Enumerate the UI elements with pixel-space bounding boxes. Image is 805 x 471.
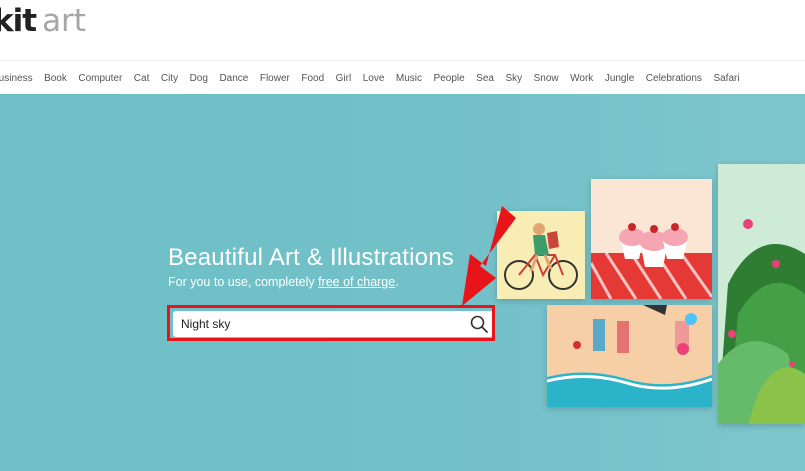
nav-item-cat[interactable]: Cat: [134, 73, 150, 84]
logo-bold-text: kit: [0, 3, 37, 39]
category-nav: Business Book Computer Cat City Dog Danc…: [0, 60, 805, 94]
nav-item-music[interactable]: Music: [396, 73, 422, 84]
nav-item-city[interactable]: City: [161, 73, 178, 84]
beach-illustration-card[interactable]: [547, 305, 712, 407]
hero-subtitle-suffix: .: [395, 275, 399, 289]
site-logo[interactable]: kit art: [0, 2, 86, 40]
nav-item-celebrations[interactable]: Celebrations: [646, 73, 702, 84]
nav-item-girl[interactable]: Girl: [336, 73, 352, 84]
nav-item-business[interactable]: Business: [0, 73, 33, 84]
nav-item-dance[interactable]: Dance: [219, 73, 248, 84]
nav-item-sea[interactable]: Sea: [476, 73, 494, 84]
nav-item-people[interactable]: People: [434, 73, 465, 84]
category-list: Business Book Computer Cat City Dog Danc…: [0, 61, 751, 95]
nav-item-book[interactable]: Book: [44, 73, 67, 84]
nav-item-food[interactable]: Food: [301, 73, 324, 84]
nav-item-safari[interactable]: Safari: [713, 73, 739, 84]
cupcake-illustration: [591, 223, 712, 299]
site-header: kit art: [0, 0, 805, 60]
nav-item-love[interactable]: Love: [363, 73, 385, 84]
nav-item-dog[interactable]: Dog: [190, 73, 208, 84]
jungle-illustration: [718, 219, 805, 424]
hero-subtitle-prefix: For you to use, completely: [168, 275, 319, 289]
nav-item-sky[interactable]: Sky: [505, 73, 522, 84]
nav-item-flower[interactable]: Flower: [260, 73, 290, 84]
nav-item-work[interactable]: Work: [570, 73, 593, 84]
hero-banner: Beautiful Art & Illustrations For you to…: [0, 94, 805, 471]
nav-item-snow[interactable]: Snow: [534, 73, 559, 84]
cupcake-illustration-card[interactable]: [591, 179, 712, 299]
nav-item-jungle[interactable]: Jungle: [605, 73, 634, 84]
logo-light-text: art: [42, 3, 86, 39]
jungle-illustration-card[interactable]: [718, 164, 805, 424]
free-of-charge-link[interactable]: free of charge: [318, 275, 395, 289]
red-arrow-icon: [462, 206, 516, 306]
nav-item-computer[interactable]: Computer: [78, 73, 122, 84]
hero-title: Beautiful Art & Illustrations: [168, 244, 454, 271]
hero-subtitle: For you to use, completely free of charg…: [168, 275, 399, 289]
beach-illustration: [547, 305, 712, 407]
